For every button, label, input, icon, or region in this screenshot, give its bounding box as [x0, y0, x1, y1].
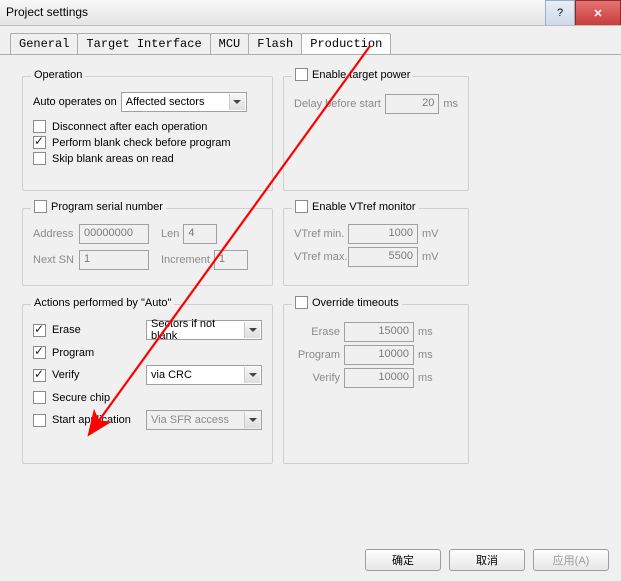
- delay-input[interactable]: 20: [385, 94, 440, 114]
- skip-blank-label: Skip blank areas on read: [52, 153, 174, 165]
- serial-label: Program serial number: [51, 201, 163, 213]
- serial-caption: Program serial number: [31, 200, 166, 213]
- program-checkbox[interactable]: [33, 346, 46, 359]
- auto-operates-row: Auto operates on Affected sectors: [33, 92, 262, 112]
- vtref-max-label: VTref max.: [294, 251, 344, 263]
- start-app-label: Start application: [52, 414, 131, 426]
- address-input[interactable]: 00000000: [79, 224, 149, 244]
- chevron-down-icon: [244, 322, 260, 338]
- tab-mcu[interactable]: MCU: [210, 33, 250, 54]
- chevron-down-icon: [244, 367, 260, 383]
- ok-button[interactable]: 确定: [365, 549, 441, 571]
- window-buttons: ? ✕: [545, 0, 621, 25]
- group-serial: Program serial number Address 00000000 L…: [22, 208, 273, 286]
- secure-chip-checkbox[interactable]: [33, 391, 46, 404]
- delay-unit: ms: [443, 98, 458, 110]
- timeout-program-input[interactable]: 10000: [344, 345, 414, 365]
- increment-input[interactable]: 1: [214, 250, 248, 270]
- serial-checkbox[interactable]: [34, 200, 47, 213]
- target-power-label: Enable target power: [312, 69, 410, 81]
- verify-label: Verify: [52, 369, 80, 381]
- erase-label: Erase: [52, 324, 81, 336]
- tab-underline: [0, 54, 621, 55]
- vtref-checkbox[interactable]: [295, 200, 308, 213]
- timeout-erase-label: Erase: [294, 326, 340, 338]
- timeout-verify-input[interactable]: 10000: [344, 368, 414, 388]
- timeout-erase-unit: ms: [418, 326, 433, 338]
- titlebar: Project settings ? ✕: [0, 0, 621, 26]
- erase-mode-value: Sectors if not blank: [151, 318, 243, 342]
- tab-strip: General Target Interface MCU Flash Produ…: [10, 32, 390, 54]
- vtref-min-unit: mV: [422, 228, 439, 240]
- erase-mode-select[interactable]: Sectors if not blank: [146, 320, 262, 340]
- verify-checkbox[interactable]: [33, 369, 46, 382]
- len-input[interactable]: 4: [183, 224, 217, 244]
- tab-flash[interactable]: Flash: [248, 33, 302, 54]
- vtref-label: Enable VTref monitor: [312, 201, 416, 213]
- start-app-mode-value: Via SFR access: [151, 414, 229, 426]
- group-operation: Operation Auto operates on Affected sect…: [22, 76, 273, 191]
- vtref-min-label: VTref min.: [294, 228, 344, 240]
- address-label: Address: [33, 228, 75, 240]
- tab-general[interactable]: General: [10, 33, 78, 54]
- skip-blank-checkbox[interactable]: [33, 152, 46, 165]
- group-actions: Actions performed by "Auto" Erase Sector…: [22, 304, 273, 464]
- auto-operates-label: Auto operates on: [33, 96, 117, 108]
- auto-operates-value: Affected sectors: [126, 96, 205, 108]
- timeout-program-label: Program: [294, 349, 340, 361]
- next-sn-label: Next SN: [33, 254, 75, 266]
- timeout-verify-label: Verify: [294, 372, 340, 384]
- start-app-mode-select[interactable]: Via SFR access: [146, 410, 262, 430]
- apply-button[interactable]: 应用(A): [533, 549, 609, 571]
- timeouts-caption: Override timeouts: [292, 296, 402, 309]
- verify-mode-select[interactable]: via CRC: [146, 365, 262, 385]
- len-label: Len: [161, 228, 179, 240]
- disconnect-label: Disconnect after each operation: [52, 121, 207, 133]
- increment-label: Increment: [161, 254, 210, 266]
- group-timeouts: Override timeouts Erase 15000 ms Program…: [283, 304, 469, 464]
- group-operation-caption: Operation: [31, 69, 85, 81]
- close-button[interactable]: ✕: [575, 0, 621, 25]
- dialog-buttons: 确定 取消 应用(A): [365, 549, 609, 571]
- cancel-button[interactable]: 取消: [449, 549, 525, 571]
- auto-operates-select[interactable]: Affected sectors: [121, 92, 247, 112]
- blank-check-label: Perform blank check before program: [52, 137, 231, 149]
- target-power-caption: Enable target power: [292, 68, 413, 81]
- timeouts-checkbox[interactable]: [295, 296, 308, 309]
- program-label: Program: [52, 347, 94, 359]
- chevron-down-icon: [229, 94, 245, 110]
- timeout-erase-input[interactable]: 15000: [344, 322, 414, 342]
- disconnect-checkbox[interactable]: [33, 120, 46, 133]
- client-area: General Target Interface MCU Flash Produ…: [0, 26, 621, 581]
- timeout-program-unit: ms: [418, 349, 433, 361]
- group-vtref: Enable VTref monitor VTref min. 1000 mV …: [283, 208, 469, 286]
- group-target-power: Enable target power Delay before start 2…: [283, 76, 469, 191]
- verify-mode-value: via CRC: [151, 369, 192, 381]
- vtref-max-unit: mV: [422, 251, 439, 263]
- timeouts-label: Override timeouts: [312, 297, 399, 309]
- vtref-caption: Enable VTref monitor: [292, 200, 419, 213]
- target-power-checkbox[interactable]: [295, 68, 308, 81]
- help-button[interactable]: ?: [545, 0, 575, 25]
- timeout-verify-unit: ms: [418, 372, 433, 384]
- window-title: Project settings: [0, 0, 94, 25]
- blank-check-checkbox[interactable]: [33, 136, 46, 149]
- chevron-down-icon: [244, 412, 260, 428]
- tab-production[interactable]: Production: [301, 33, 391, 55]
- vtref-max-input[interactable]: 5500: [348, 247, 418, 267]
- secure-chip-label: Secure chip: [52, 392, 110, 404]
- tab-target-interface[interactable]: Target Interface: [77, 33, 210, 54]
- vtref-min-input[interactable]: 1000: [348, 224, 418, 244]
- start-app-checkbox[interactable]: [33, 414, 46, 427]
- erase-checkbox[interactable]: [33, 324, 46, 337]
- next-sn-input[interactable]: 1: [79, 250, 149, 270]
- actions-caption: Actions performed by "Auto": [31, 297, 174, 309]
- delay-label: Delay before start: [294, 98, 381, 110]
